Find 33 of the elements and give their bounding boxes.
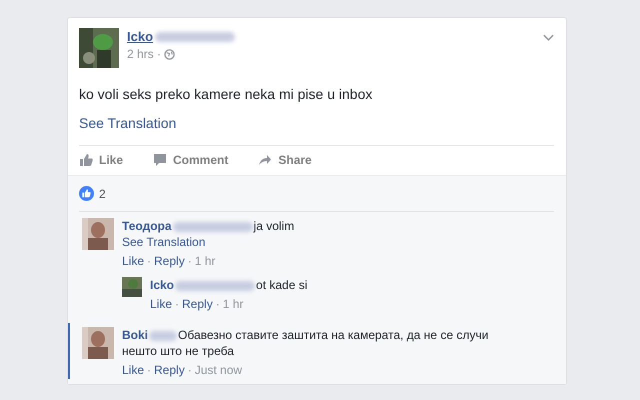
chevron-down-icon[interactable] [543, 34, 554, 42]
like-button[interactable]: Like [79, 153, 124, 167]
comment-action-link[interactable]: Like [122, 254, 144, 268]
see-translation-link[interactable]: See Translation [122, 234, 554, 250]
globe-icon [164, 48, 176, 60]
blurred-name [149, 330, 178, 341]
separator: · [147, 363, 152, 377]
like-count[interactable]: 2 [99, 186, 106, 200]
comment-action-link[interactable]: Like [150, 297, 172, 311]
comment-button[interactable]: Comment [153, 153, 228, 167]
speech-bubble-icon [153, 153, 168, 167]
share-arrow-icon [258, 153, 272, 167]
comment-text: Icko ot kade si [150, 277, 308, 293]
author-link[interactable]: Icko [127, 29, 154, 44]
see-translation-link[interactable]: See Translation [79, 115, 176, 131]
comment-action-link[interactable]: Reply [154, 363, 185, 377]
commenter-name[interactable]: Теодора [122, 219, 172, 233]
post-text: ko voli seks preko kamere neka mi pise u inbox [78, 85, 374, 102]
thumbs-up-icon [79, 153, 93, 167]
comment-action-link[interactable]: Like [122, 363, 144, 377]
commenter-name[interactable]: Icko [150, 278, 174, 292]
comment-action-link[interactable]: Reply [182, 297, 213, 311]
separator: · [188, 363, 192, 377]
comment-text: Теодора ja volim [122, 218, 296, 234]
commenter-name[interactable]: Boki [122, 328, 148, 342]
comment-action-link[interactable]: Reply [154, 254, 185, 268]
separator: · [175, 297, 180, 311]
separator: · [147, 254, 152, 268]
comment-text: Boki Обавезно ставите заштита на камерата, да не се случи нешто што не треба [122, 327, 490, 359]
like-icon [79, 186, 94, 201]
share-button[interactable]: Share [258, 153, 312, 167]
separator: · [188, 254, 192, 268]
separator: · [216, 297, 220, 311]
